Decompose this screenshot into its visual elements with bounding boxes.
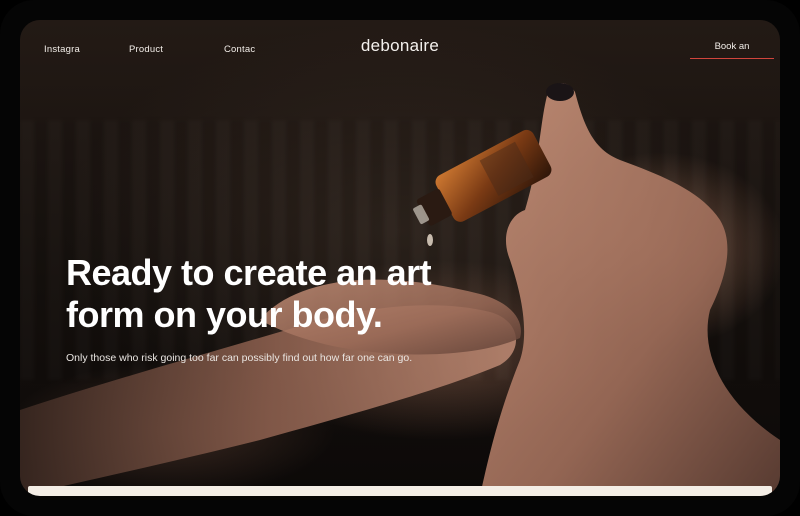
thumbnail bbox=[546, 83, 574, 101]
brand-logo[interactable]: debonaire bbox=[20, 36, 780, 56]
next-section-edge bbox=[28, 486, 772, 496]
book-appointment-button[interactable]: Book an bbox=[690, 40, 774, 59]
oil-drop bbox=[427, 234, 433, 246]
device-frame: Instagra Product Contac debonaire Book a… bbox=[0, 0, 800, 516]
headline-line-1: Ready to create an art bbox=[66, 252, 432, 293]
website-viewport: Instagra Product Contac debonaire Book a… bbox=[20, 20, 780, 496]
hero-headline: Ready to create an art form on your body… bbox=[66, 252, 586, 336]
top-navigation: Instagra Product Contac debonaire Book a… bbox=[20, 20, 780, 80]
headline-line-2: form on your body. bbox=[66, 294, 383, 335]
hero-subtext: Only those who risk going too far can po… bbox=[66, 352, 413, 364]
